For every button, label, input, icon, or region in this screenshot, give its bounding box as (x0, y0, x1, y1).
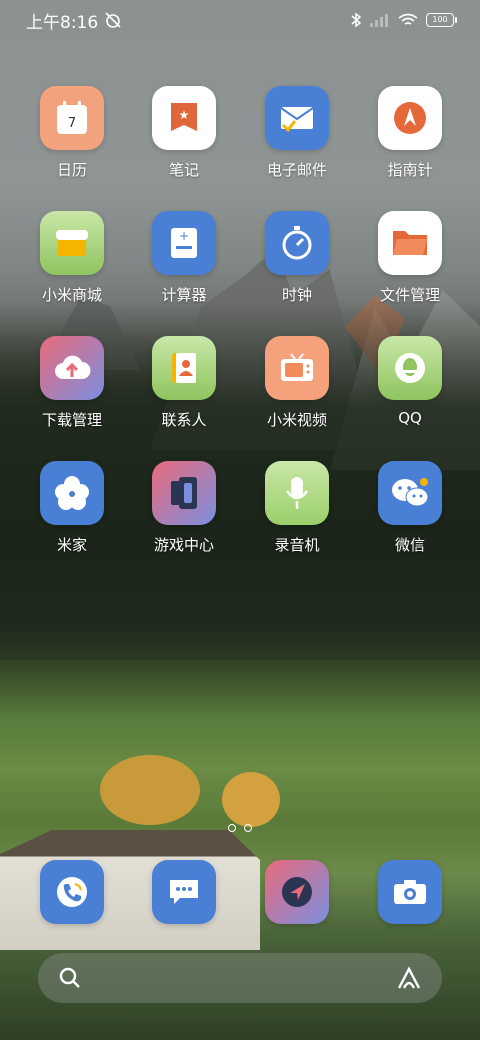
alarm-off-icon (105, 12, 121, 28)
dock-messages[interactable] (134, 860, 234, 924)
calculator-plus-glyph: + (179, 229, 189, 243)
email-icon (265, 86, 329, 150)
app-label: 指南针 (387, 161, 433, 179)
app-gamecenter[interactable]: 游戏中心 (134, 461, 234, 555)
notes-icon: ★ (152, 86, 216, 150)
wechat-icon (378, 461, 442, 525)
app-label: 联系人 (161, 411, 207, 429)
assistant-icon[interactable] (396, 966, 422, 990)
app-label: QQ (398, 409, 422, 427)
search-icon[interactable] (58, 966, 82, 990)
page-indicator (0, 824, 480, 832)
app-video[interactable]: 小米视频 (247, 336, 347, 430)
contacts-icon (152, 336, 216, 400)
app-email[interactable]: 电子邮件 (247, 86, 347, 180)
app-label: 小米商城 (41, 286, 102, 304)
status-time: 上午8:16 (26, 12, 99, 33)
app-label: 日历 (56, 161, 87, 179)
dock-phone[interactable] (22, 860, 122, 924)
autumn-tree (100, 755, 200, 825)
game-icon (152, 461, 216, 525)
calendar-day-glyph: 7 (68, 116, 76, 131)
app-qq[interactable]: QQ (360, 336, 460, 427)
signal-icon (370, 14, 388, 27)
navigation-icon (265, 860, 329, 924)
folder-icon (378, 211, 442, 275)
notes-star-glyph: ★ (179, 108, 190, 122)
autumn-tree (222, 772, 280, 827)
flower-icon (40, 461, 104, 525)
status-bar: 上午8:16 100 (0, 0, 480, 40)
message-icon (152, 860, 216, 924)
tv-icon (265, 336, 329, 400)
app-label: 笔记 (168, 161, 199, 179)
phone-icon (40, 860, 104, 924)
wifi-icon (398, 13, 418, 25)
app-label: 电子邮件 (266, 161, 327, 179)
app-label: 小米视频 (266, 411, 327, 429)
app-label: 文件管理 (379, 286, 440, 304)
app-compass[interactable]: 指南针 (360, 86, 460, 180)
app-downloads[interactable]: 下载管理 (22, 336, 122, 430)
app-notes[interactable]: ★ 笔记 (134, 86, 234, 180)
page-dot[interactable] (228, 824, 236, 832)
mall-icon (40, 211, 104, 275)
app-label: 时钟 (281, 286, 312, 304)
page-dot[interactable] (244, 824, 252, 832)
bluetooth-icon (351, 12, 362, 28)
app-label: 米家 (56, 536, 87, 554)
app-clock[interactable]: 时钟 (247, 211, 347, 305)
calculator-icon: + (152, 211, 216, 275)
app-label: 计算器 (161, 286, 207, 304)
dock-browser[interactable] (247, 860, 347, 924)
app-recorder[interactable]: 录音机 (247, 461, 347, 555)
microphone-icon (265, 461, 329, 525)
app-files[interactable]: 文件管理 (360, 211, 460, 305)
app-contacts[interactable]: 联系人 (134, 336, 234, 430)
app-label: 微信 (394, 536, 425, 554)
compass-icon (378, 86, 442, 150)
app-mihome[interactable]: 米家 (22, 461, 122, 555)
cloud-download-icon (40, 336, 104, 400)
search-bar[interactable] (38, 953, 442, 1003)
dock-camera[interactable] (360, 860, 460, 924)
calendar-icon: 7 (40, 86, 104, 150)
app-calendar[interactable]: 7 日历 (22, 86, 122, 180)
app-mall[interactable]: 小米商城 (22, 211, 122, 305)
stopwatch-icon (265, 211, 329, 275)
qq-penguin-icon (378, 336, 442, 400)
camera-icon (378, 860, 442, 924)
app-calculator[interactable]: + 计算器 (134, 211, 234, 305)
battery-icon: 100 (426, 13, 457, 27)
app-wechat[interactable]: 微信 (360, 461, 460, 555)
app-label: 游戏中心 (153, 536, 214, 554)
app-label: 下载管理 (41, 411, 102, 429)
app-label: 录音机 (274, 536, 320, 554)
